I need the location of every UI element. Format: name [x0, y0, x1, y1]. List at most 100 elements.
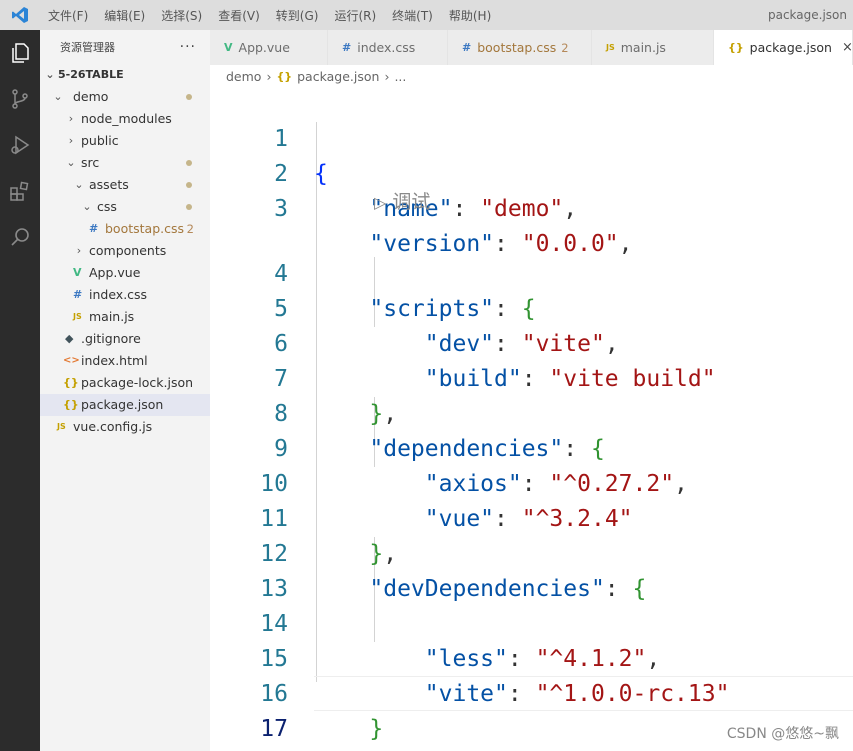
tab-label: package.json: [749, 40, 832, 55]
problem-count-badge: 2: [186, 222, 194, 236]
tree-folder-components[interactable]: › components: [40, 240, 210, 262]
tree-file-bootstap-css[interactable]: # bootstap.css 2: [40, 218, 210, 240]
tree-label: package.json: [81, 397, 164, 412]
tree-file-index-css[interactable]: # index.css: [40, 284, 210, 306]
tree-folder-node-modules[interactable]: › node_modules: [40, 108, 210, 130]
html-file-icon: <>: [63, 355, 80, 366]
window-title: package.json: [767, 8, 847, 22]
chevron-right-icon: ›: [266, 68, 272, 84]
source-control-icon[interactable]: [0, 76, 40, 122]
tree-label: css: [97, 199, 117, 214]
tree-folder-public[interactable]: › public: [40, 130, 210, 152]
tree-label: index.css: [89, 287, 148, 302]
tab-bootstap-css[interactable]: # bootstap.css 2: [448, 30, 592, 65]
code-line: 8 "dependencies": {: [210, 362, 853, 462]
tree-label: node_modules: [81, 111, 172, 126]
run-debug-icon[interactable]: [0, 122, 40, 168]
breadcrumb-folder[interactable]: demo: [226, 69, 261, 84]
tree-label: 5-26TABLE: [58, 68, 124, 81]
menu-selection[interactable]: 选择(S): [153, 7, 210, 24]
menu-help[interactable]: 帮助(H): [441, 7, 499, 24]
tree-label: App.vue: [89, 265, 141, 280]
problem-count-badge: 2: [561, 40, 569, 55]
code-line: 5 "dev": "vite",: [210, 257, 853, 357]
breadcrumb: demo › {} package.json › ...: [210, 65, 853, 87]
watermark: CSDN @悠悠~飘: [726, 726, 839, 742]
tab-app-vue[interactable]: V App.vue: [210, 30, 328, 65]
tree-folder-src[interactable]: ⌄ src: [40, 152, 210, 174]
extensions-icon[interactable]: [0, 168, 40, 214]
tree-folder-css[interactable]: ⌄ css: [40, 196, 210, 218]
activity-bar: [0, 30, 40, 751]
code-line: 4 "scripts": {: [210, 222, 853, 322]
menu-go[interactable]: 转到(G): [268, 7, 327, 24]
sidebar-header: 资源管理器 ···: [40, 30, 210, 64]
tab-label: main.js: [620, 40, 666, 55]
modified-dot-icon: [186, 182, 192, 188]
menu-file[interactable]: 文件(F): [40, 7, 96, 24]
code-line: 3 "version": "0.0.0",: [210, 157, 853, 257]
tree-label: src: [81, 155, 100, 170]
tree-label: .gitignore: [81, 331, 141, 346]
js-file-icon: JS: [606, 43, 615, 52]
json-file-icon: {}: [63, 376, 79, 389]
explorer-icon[interactable]: [0, 30, 40, 76]
code-text: }: [314, 747, 328, 751]
code-editor[interactable]: 1 { 2 "name": "demo", 3 "version": "0.0.…: [210, 87, 853, 751]
search-icon[interactable]: [0, 214, 40, 260]
chevron-down-icon: ⌄: [82, 200, 92, 213]
code-line: 15 "vite": "^1.0.0-rc.13": [210, 607, 853, 707]
css-file-icon: #: [89, 222, 99, 235]
chevron-down-icon: ⌄: [74, 178, 84, 191]
code-text: }: [369, 716, 384, 742]
vscode-logo-icon: [0, 0, 40, 30]
code-line: 6 "build": "vite build": [210, 292, 853, 392]
git-file-icon: ◆: [65, 332, 74, 345]
tree-label: demo: [73, 89, 109, 104]
tab-index-css[interactable]: # index.css: [328, 30, 448, 65]
code-line: 11 },: [210, 467, 853, 567]
tree-folder-assets[interactable]: ⌄ assets: [40, 174, 210, 196]
breadcrumb-file[interactable]: package.json: [297, 69, 379, 84]
explorer-sidebar: 资源管理器 ··· ⌄ 5-26TABLE ⌄ demo › node_modu…: [40, 30, 210, 751]
menu-run[interactable]: 运行(R): [326, 7, 384, 24]
tree-file-package-json[interactable]: {} package.json: [40, 394, 210, 416]
json-file-icon: {}: [63, 398, 79, 411]
tree-folder-demo[interactable]: ⌄ demo: [40, 86, 210, 108]
chevron-down-icon: ⌄: [45, 68, 55, 81]
code-line: 1 {: [210, 87, 853, 187]
sidebar-title: 资源管理器: [60, 41, 115, 54]
tree-file-app-vue[interactable]: V App.vue: [40, 262, 210, 284]
tab-main-js[interactable]: JS main.js: [592, 30, 714, 65]
tree-label: bootstap.css: [105, 221, 185, 236]
code-line: 10 "vue": "^3.2.4": [210, 432, 853, 532]
more-actions-icon[interactable]: ···: [180, 39, 196, 55]
chevron-down-icon: ⌄: [66, 156, 76, 169]
json-value: "demo": [480, 196, 564, 222]
tree-file-package-lock-json[interactable]: {} package-lock.json: [40, 372, 210, 394]
tree-label: assets: [89, 177, 129, 192]
tree-file-index-html[interactable]: <> index.html: [40, 350, 210, 372]
debug-codelens[interactable]: ▷ 调试: [374, 190, 430, 214]
breadcrumb-more[interactable]: ...: [394, 69, 406, 84]
tree-file-main-js[interactable]: JS main.js: [40, 306, 210, 328]
js-file-icon: JS: [73, 312, 82, 321]
tree-file-gitignore[interactable]: ◆ .gitignore: [40, 328, 210, 350]
code-line: 12 "devDependencies": {: [210, 502, 853, 602]
vue-file-icon: V: [73, 266, 82, 279]
tree-label: main.js: [89, 309, 135, 324]
tab-label: index.css: [357, 40, 416, 55]
tab-package-json[interactable]: {} package.json ×: [714, 30, 853, 65]
js-file-icon: JS: [57, 422, 66, 431]
chevron-right-icon: ›: [68, 112, 74, 125]
menu-terminal[interactable]: 终端(T): [384, 7, 441, 24]
codelens-label: 调试: [392, 191, 431, 213]
tree-root-folder[interactable]: ⌄ 5-26TABLE: [40, 64, 210, 86]
close-icon[interactable]: ×: [842, 40, 853, 55]
menu-edit[interactable]: 编辑(E): [96, 7, 153, 24]
tree-label: components: [89, 243, 167, 258]
css-file-icon: #: [462, 41, 472, 54]
menu-view[interactable]: 查看(V): [210, 7, 268, 24]
tree-file-vue-config-js[interactable]: JS vue.config.js: [40, 416, 210, 438]
code-line-current: 17 }: [210, 677, 853, 742]
